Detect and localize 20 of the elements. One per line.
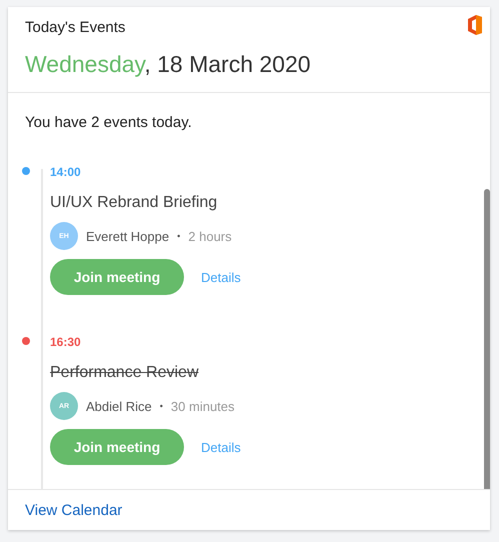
details-link[interactable]: Details (201, 440, 241, 454)
separator-dot: • (160, 401, 163, 411)
separator-dot: • (177, 231, 180, 241)
event-duration: 30 minutes (170, 398, 235, 414)
office-logo-icon (466, 15, 482, 35)
details-link[interactable]: Details (201, 270, 241, 284)
attendee-name: Abdiel Rice (86, 398, 152, 414)
scrollbar[interactable] (484, 189, 490, 489)
attendee-name: Everett Hoppe (86, 228, 170, 244)
view-calendar-link[interactable]: View Calendar (25, 502, 122, 518)
date-heading: Wednesday, 18 March 2020 (25, 50, 311, 78)
event-time: 16:30 (50, 334, 81, 350)
event-title: Performance Review (50, 363, 198, 383)
join-meeting-button[interactable]: Join meeting (50, 429, 184, 465)
event-time: 14:00 (50, 164, 81, 180)
card-title: Today's Events (25, 18, 126, 38)
event-title: UI/UX Rebrand Briefing (50, 193, 218, 213)
join-meeting-button[interactable]: Join meeting (50, 259, 184, 295)
summary-text: You have 2 events today. (25, 114, 192, 131)
event-duration: 2 hours (188, 228, 232, 244)
